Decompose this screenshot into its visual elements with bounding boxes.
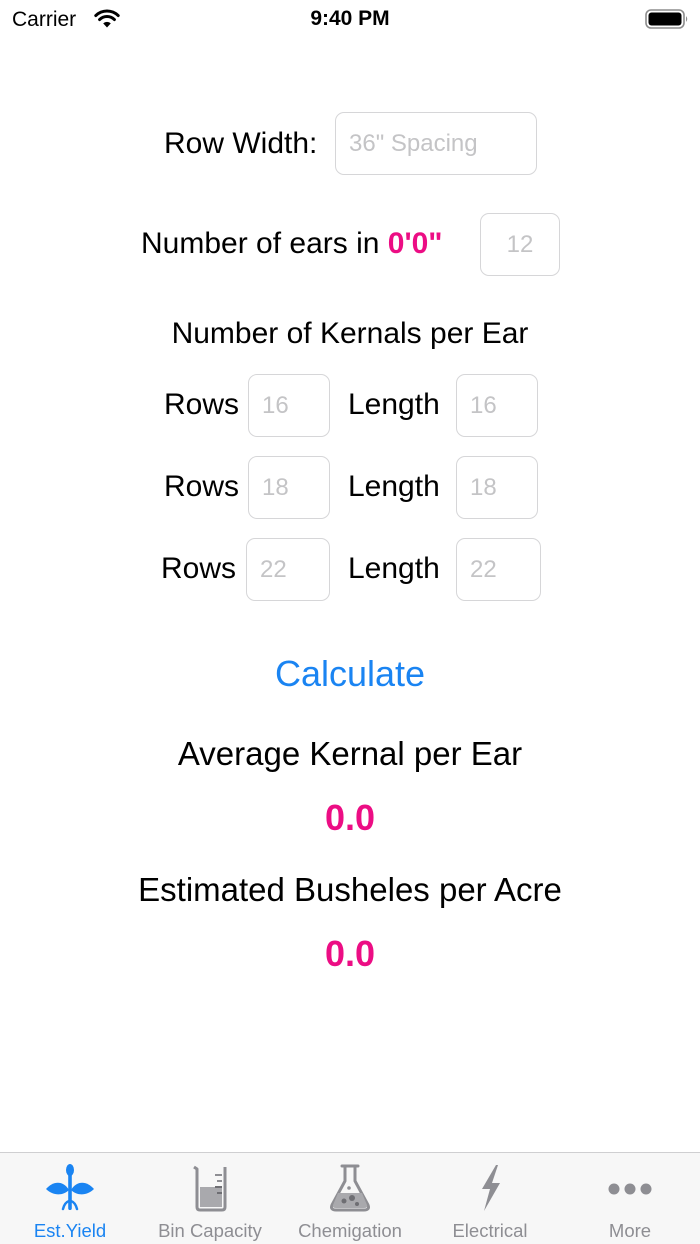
ears-label-text: Number of ears in [141, 227, 380, 260]
tab-label: Est.Yield [33, 1220, 107, 1241]
avg-kernel-title: Average Kernal per Ear [177, 735, 523, 772]
ears-label: Number of ears in 0'0" [141, 227, 443, 261]
tab-bar: Est.Yield Bin Capacity Chemigation Elect… [0, 1152, 700, 1244]
rows-label: Rows [164, 388, 240, 421]
beaker-icon [193, 1165, 227, 1212]
length-placeholder: 22 [470, 555, 497, 583]
tab-label: Bin Capacity [158, 1220, 262, 1241]
tab-bin-capacity[interactable]: Bin Capacity [140, 1153, 280, 1244]
battery-icon [645, 9, 688, 29]
avg-kernel-value: 0.0 [324, 797, 376, 838]
clock: 9:40 PM [310, 7, 390, 30]
length-label: Length [348, 552, 440, 585]
length-label: Length [348, 470, 440, 503]
plant-icon [46, 1164, 94, 1211]
length-label: Length [348, 388, 440, 421]
kernels-heading: Number of Kernals per Ear [171, 317, 529, 350]
length-placeholder: 18 [470, 473, 497, 501]
row-width-placeholder: 36" Spacing [349, 129, 478, 157]
rows-placeholder: 16 [262, 391, 289, 419]
rows-placeholder: 18 [262, 473, 289, 501]
tab-label: Chemigation [298, 1220, 402, 1241]
rows-field[interactable]: 18 [248, 456, 330, 519]
bushels-title: Estimated Busheles per Acre [138, 871, 562, 908]
length-placeholder: 16 [470, 391, 497, 419]
length-field[interactable]: 18 [456, 456, 538, 519]
rows-label: Rows [161, 552, 237, 585]
tab-label: Electrical [452, 1220, 528, 1241]
ears-distance-value: 0'0" [387, 227, 443, 260]
tab-label: More [608, 1220, 652, 1241]
tab-electrical[interactable]: Electrical [420, 1153, 560, 1244]
tab-more[interactable]: More [560, 1153, 700, 1244]
status-bar: Carrier 9:40 PM [0, 0, 700, 40]
rows-field[interactable]: 16 [248, 374, 330, 437]
rows-placeholder: 22 [260, 555, 287, 583]
bushels-value: 0.0 [324, 933, 376, 974]
rows-label: Rows [164, 470, 240, 503]
length-field[interactable]: 16 [456, 374, 538, 437]
tab-chemigation[interactable]: Chemigation [280, 1153, 420, 1244]
more-icon [608, 1183, 652, 1195]
row-width-label: Row Width: [164, 127, 318, 160]
calculate-button[interactable]: Calculate [0, 653, 700, 695]
lightning-icon [482, 1165, 500, 1211]
row-width-field[interactable]: 36" Spacing [335, 112, 537, 175]
flask-icon [330, 1164, 370, 1212]
tab-est-yield[interactable]: Est.Yield [0, 1153, 140, 1244]
ears-count-placeholder: 12 [506, 230, 534, 258]
rows-field[interactable]: 22 [246, 538, 330, 601]
ears-count-field[interactable]: 12 [480, 213, 560, 276]
length-field[interactable]: 22 [456, 538, 541, 601]
